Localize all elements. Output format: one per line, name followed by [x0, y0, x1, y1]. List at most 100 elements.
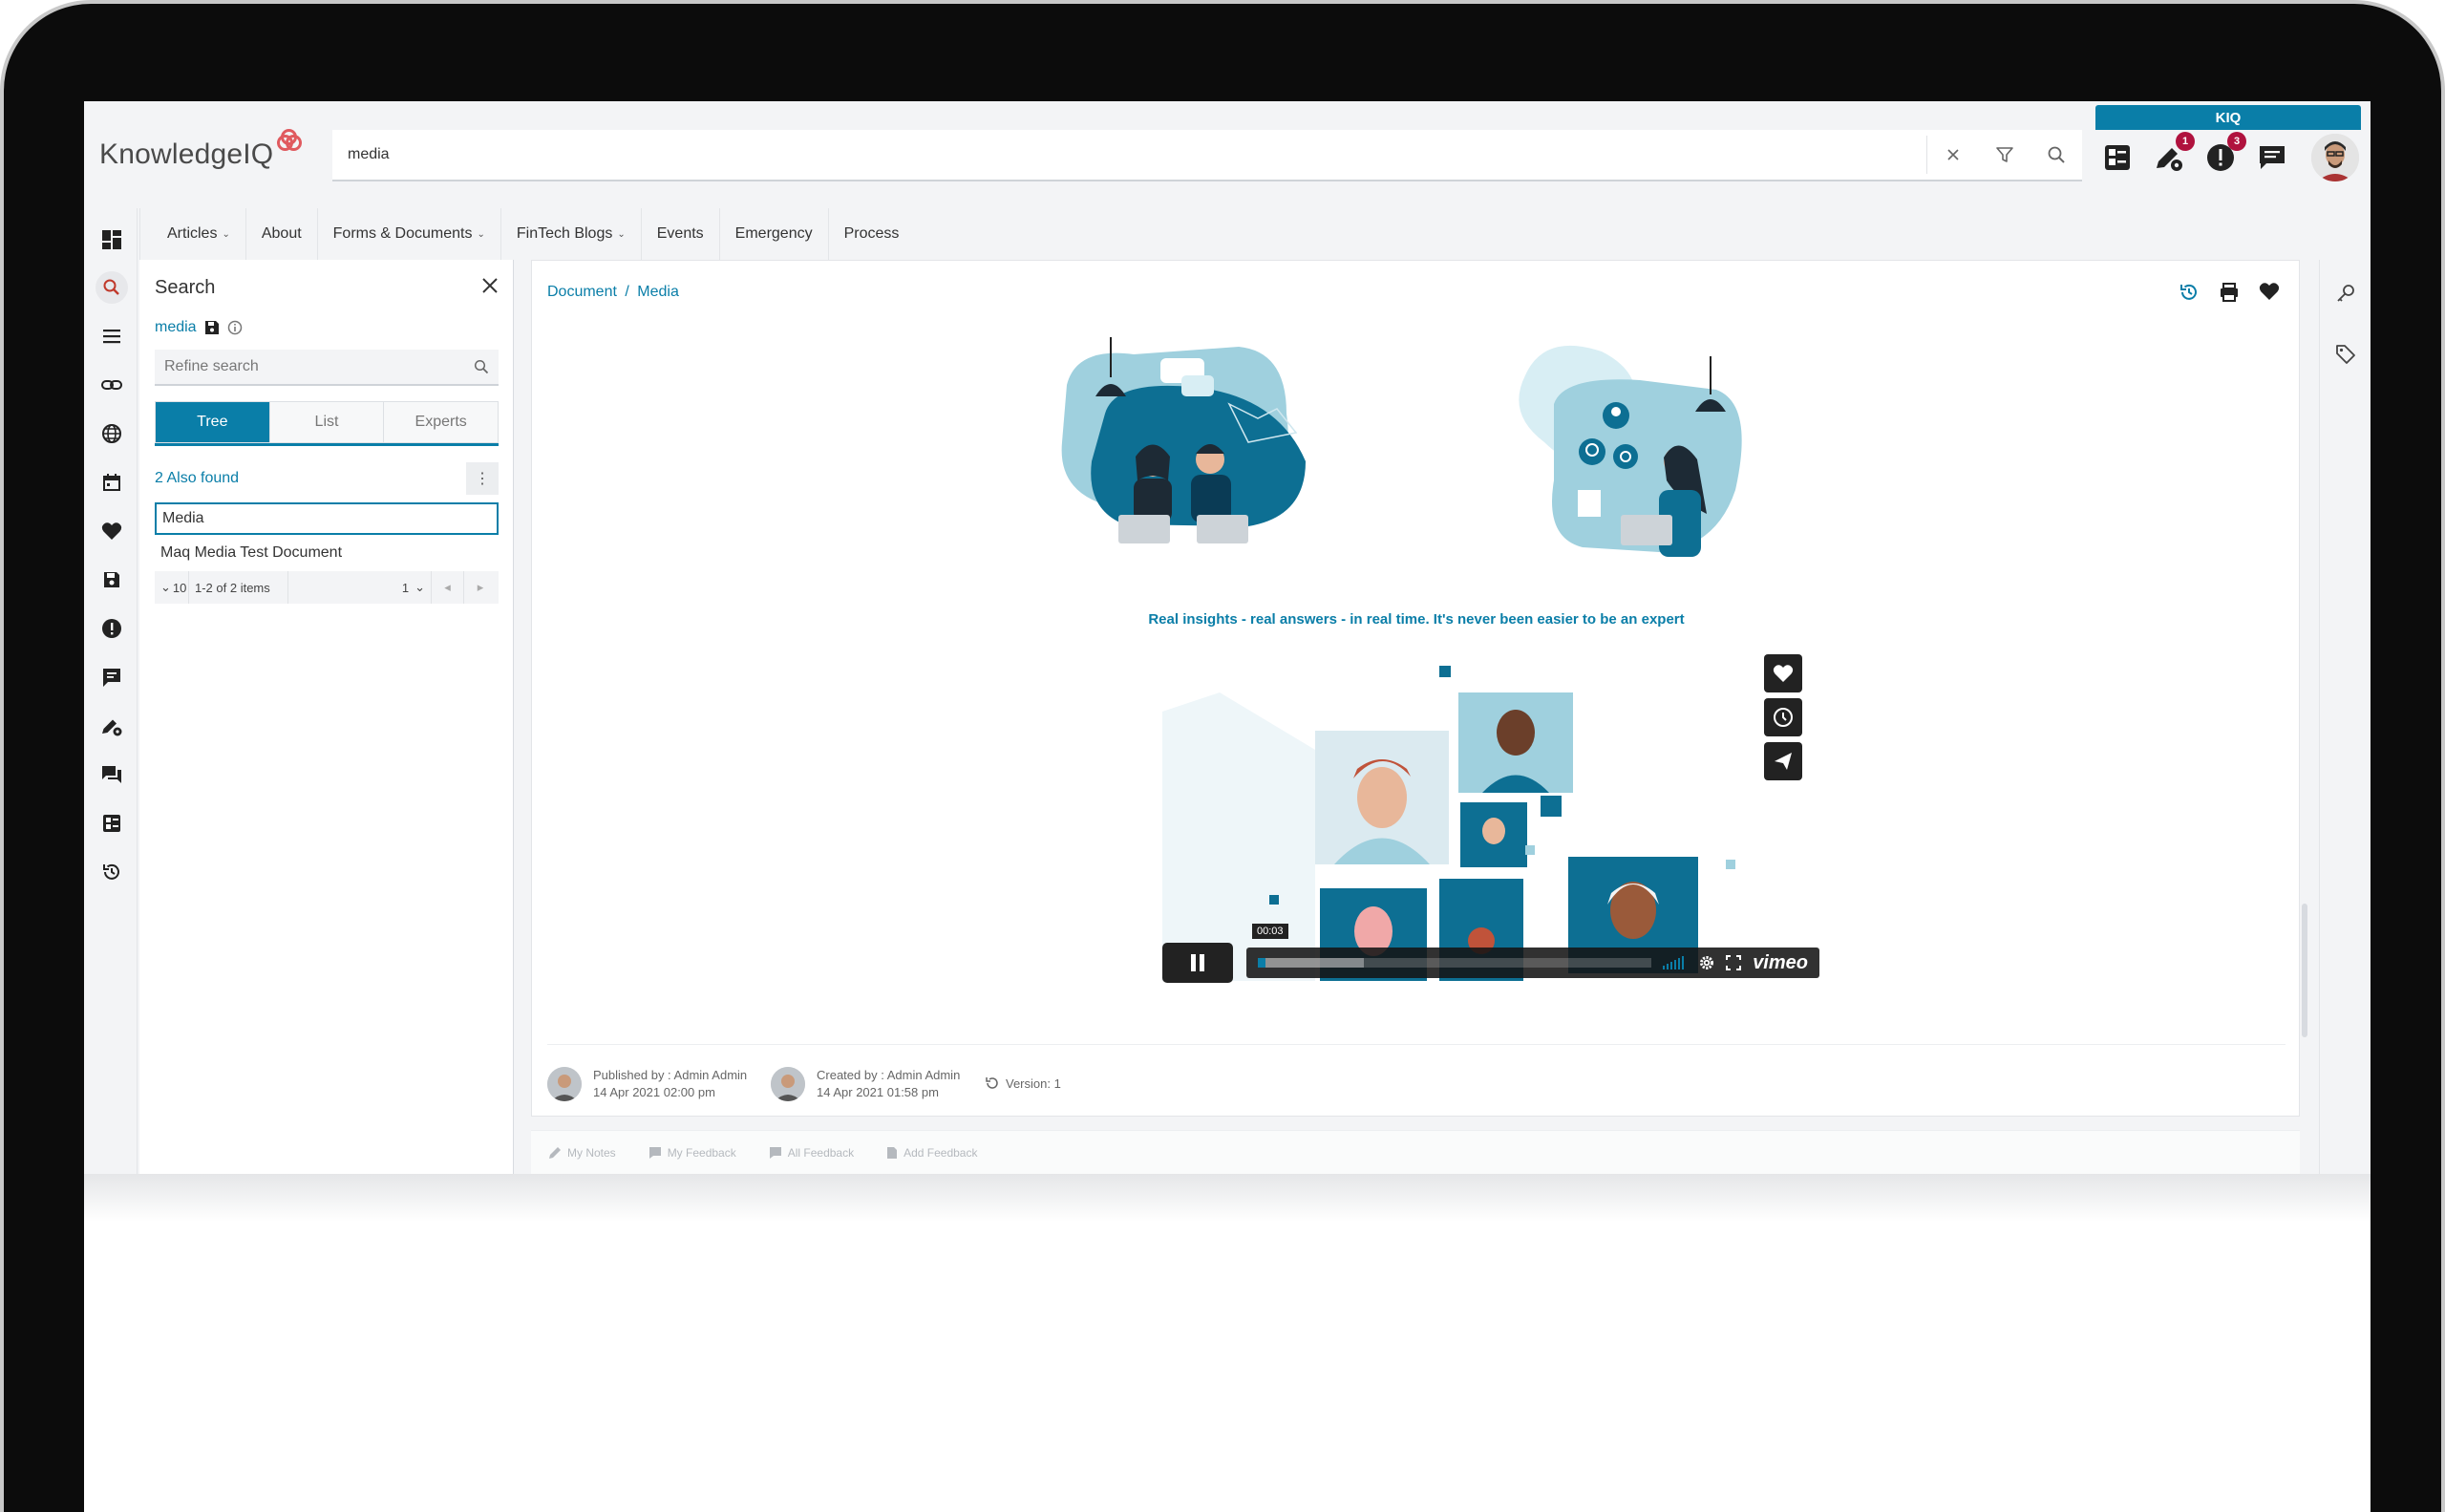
- chevron-down-icon: ⌄: [415, 580, 425, 594]
- logo-text: KnowledgeIQ: [99, 138, 274, 170]
- pause-icon: [1191, 954, 1204, 971]
- history-icon: [2180, 284, 2197, 300]
- app-window: KnowledgeIQ media KIQ 1 3 Articles ⌄ Abo…: [84, 101, 2371, 1174]
- rail-saved[interactable]: [96, 564, 128, 596]
- kiq-tab[interactable]: KIQ: [2095, 105, 2361, 130]
- next-page-button[interactable]: ▸: [464, 571, 497, 604]
- global-search-input[interactable]: media: [348, 146, 1926, 163]
- tab-tree[interactable]: Tree: [156, 402, 269, 442]
- refine-search-input[interactable]: Refine search: [155, 350, 499, 386]
- add-feedback-button[interactable]: Add Feedback: [886, 1146, 977, 1160]
- alerts-button[interactable]: 3: [2202, 132, 2246, 176]
- prev-page-button[interactable]: ◂: [432, 571, 464, 604]
- video-player[interactable]: 00:03 vimeo: [1162, 654, 1819, 983]
- link-icon: [101, 380, 122, 390]
- nav-about[interactable]: About: [244, 208, 317, 260]
- calendar-icon: [103, 474, 120, 491]
- video-share-button[interactable]: [1764, 742, 1802, 780]
- avatar: [771, 1067, 805, 1101]
- user-avatar[interactable]: [2311, 134, 2359, 181]
- rail-alerts[interactable]: [96, 612, 128, 645]
- kebab-icon: ⋮: [475, 471, 490, 487]
- rail-menu[interactable]: [96, 320, 128, 352]
- nav-forms-documents[interactable]: Forms & Documents ⌄: [316, 208, 500, 260]
- search-query-link[interactable]: media: [155, 319, 197, 336]
- rail-history[interactable]: [96, 856, 128, 888]
- settings-gear-icon[interactable]: [1699, 955, 1714, 970]
- rail-calendar[interactable]: [96, 466, 128, 499]
- list-item[interactable]: Maq Media Test Document: [155, 537, 499, 569]
- search-icon[interactable]: [474, 359, 489, 374]
- heart-icon: [2259, 283, 2280, 300]
- more-options-button[interactable]: ⋮: [466, 462, 499, 495]
- nav-fintech-blogs[interactable]: FinTech Blogs ⌄: [500, 208, 641, 260]
- rail-links[interactable]: [96, 369, 128, 401]
- document-tagline: Real insights - real answers - in real t…: [1148, 611, 1685, 628]
- chevron-right-icon: ▸: [477, 580, 484, 594]
- page-select[interactable]: 1 ⌄: [288, 571, 432, 604]
- chevron-down-icon: ⌄: [160, 580, 171, 594]
- version-info: Version: 1: [985, 1075, 1061, 1091]
- nav-articles-label: Articles: [167, 225, 218, 242]
- version-history-icon: [986, 1077, 998, 1089]
- rail-dashboard-list[interactable]: [96, 807, 128, 840]
- add-document-icon: [887, 1146, 898, 1159]
- nav-process[interactable]: Process: [827, 208, 915, 260]
- dashboard-button[interactable]: [2099, 139, 2136, 176]
- favorite-button[interactable]: [2259, 282, 2280, 303]
- video-progress-bar[interactable]: vimeo: [1246, 948, 1819, 978]
- document-scrollbar[interactable]: [2302, 904, 2307, 1037]
- print-button[interactable]: [2219, 282, 2240, 303]
- info-icon[interactable]: [227, 320, 243, 335]
- breadcrumb-leaf[interactable]: Media: [637, 284, 679, 300]
- clear-search-button[interactable]: [1927, 129, 1979, 181]
- vimeo-logo[interactable]: vimeo: [1753, 952, 1808, 974]
- nav-articles[interactable]: Articles ⌄: [139, 208, 245, 260]
- rail-search[interactable]: [96, 271, 128, 304]
- history-button[interactable]: [2179, 282, 2200, 303]
- page-size-select[interactable]: ⌄ 10: [155, 571, 189, 604]
- video-watch-later-button[interactable]: [1764, 698, 1802, 736]
- refine-search-placeholder: Refine search: [164, 358, 259, 374]
- tab-list[interactable]: List: [268, 402, 384, 442]
- tab-experts[interactable]: Experts: [383, 402, 499, 442]
- globe-icon: [102, 424, 121, 443]
- my-notes-label: My Notes: [567, 1145, 616, 1160]
- volume-icon[interactable]: [1663, 956, 1688, 969]
- video-track[interactable]: [1258, 958, 1652, 968]
- content-divider: [547, 1044, 2286, 1045]
- all-feedback-button[interactable]: All Feedback: [769, 1146, 854, 1160]
- rail-forum[interactable]: [96, 758, 128, 791]
- messages-button[interactable]: [2254, 139, 2290, 176]
- breadcrumb-root[interactable]: Document: [547, 284, 617, 300]
- close-search-panel-button[interactable]: [479, 275, 502, 298]
- nav-emergency[interactable]: Emergency: [718, 208, 828, 260]
- close-icon: [1947, 149, 1959, 160]
- filter-button[interactable]: [1979, 129, 2030, 181]
- notifications-button[interactable]: 1: [2151, 132, 2195, 176]
- save-icon[interactable]: [204, 320, 220, 335]
- rail-dashboard[interactable]: [96, 224, 128, 256]
- pause-button[interactable]: [1162, 943, 1233, 983]
- my-feedback-button[interactable]: My Feedback: [648, 1146, 736, 1160]
- rail-edit-settings[interactable]: [96, 710, 128, 742]
- video-like-button[interactable]: [1764, 654, 1802, 692]
- pencil-icon: [549, 1146, 561, 1159]
- search-button[interactable]: [2030, 129, 2082, 181]
- also-found-row: 2 Also found ⋮: [155, 462, 499, 495]
- nav-events[interactable]: Events: [640, 208, 719, 260]
- list-item[interactable]: Media: [155, 502, 499, 535]
- logo[interactable]: KnowledgeIQ: [99, 129, 304, 174]
- global-search-bar[interactable]: media: [332, 130, 2082, 181]
- tag-button[interactable]: [2335, 344, 2358, 367]
- rail-web[interactable]: [96, 417, 128, 450]
- fullscreen-icon[interactable]: [1726, 955, 1742, 970]
- key-button[interactable]: [2335, 283, 2358, 306]
- rail-comments[interactable]: [96, 661, 128, 693]
- search-panel: Search media Refine search Tree List Exp…: [139, 260, 514, 1174]
- also-found-link[interactable]: 2 Also found: [155, 470, 239, 487]
- my-notes-button[interactable]: My Notes: [548, 1146, 616, 1160]
- rail-favorites[interactable]: [96, 515, 128, 547]
- grid-icon: [102, 230, 121, 249]
- my-feedback-label: My Feedback: [667, 1145, 736, 1160]
